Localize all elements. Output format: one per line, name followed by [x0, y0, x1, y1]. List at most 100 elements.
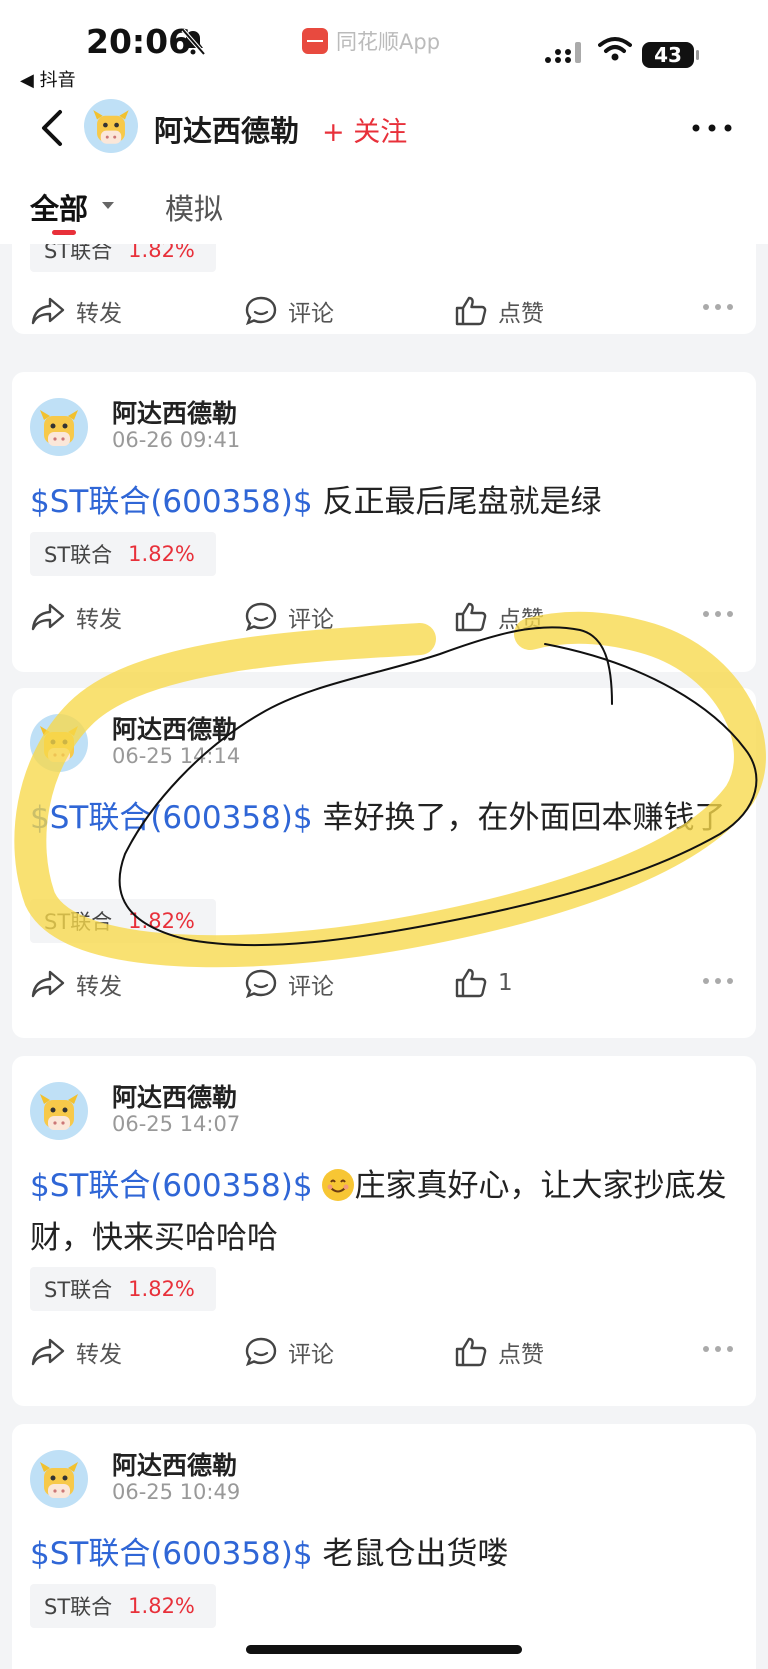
- like-button[interactable]: 点赞: [454, 1335, 544, 1369]
- stock-chip-change: 1.82%: [128, 1594, 195, 1618]
- cow-avatar-icon: [40, 726, 78, 762]
- stock-chip[interactable]: ST联合 1.82%: [30, 244, 216, 272]
- wifi-icon: [598, 37, 632, 61]
- post-card[interactable]: 阿达西德勒 06-25 14:07 $ST联合(600358)$ 庄家真好心，让…: [12, 1056, 756, 1406]
- tonghuashun-logo-icon: [302, 28, 328, 54]
- battery-indicator: 43: [642, 42, 699, 68]
- post-date: 06-26 09:41: [112, 428, 241, 452]
- more-dots-icon[interactable]: [702, 977, 734, 985]
- more-dots-icon[interactable]: [702, 303, 734, 311]
- forward-button[interactable]: 转发: [30, 1335, 122, 1369]
- post-body: 老鼠仓出货喽: [312, 1536, 509, 1572]
- stock-chip-change: 1.82%: [128, 542, 195, 566]
- post-avatar[interactable]: [30, 398, 88, 456]
- more-options-icon[interactable]: [690, 118, 736, 138]
- comment-label: 评论: [288, 607, 334, 633]
- post-card[interactable]: 阿达西德勒 06-25 14:14 $ST联合(600358)$ 幸好换了，在外…: [12, 688, 756, 1038]
- tab-all[interactable]: 全部: [30, 186, 88, 228]
- forward-label: 转发: [76, 1342, 122, 1368]
- like-label: 点赞: [498, 1342, 544, 1368]
- back-to-app-link[interactable]: ◀ 抖音: [20, 66, 76, 92]
- thumbs-up-icon: [455, 1337, 487, 1367]
- like-button[interactable]: 点赞: [454, 294, 544, 328]
- status-time: 20:06: [86, 22, 192, 61]
- stock-symbol-link[interactable]: $ST联合(600358)$: [30, 484, 313, 520]
- stock-chip-name: ST联合: [44, 910, 113, 934]
- tab-simulated[interactable]: 模拟: [165, 186, 223, 228]
- post-text[interactable]: $ST联合(600358)$ 反正最后尾盘就是绿: [30, 476, 745, 528]
- post-card[interactable]: 阿达西德勒 06-25 10:49 $ST联合(600358)$ 老鼠仓出货喽 …: [12, 1424, 756, 1669]
- app-indicator: 同花顺App: [302, 26, 440, 56]
- forward-label: 转发: [76, 974, 122, 1000]
- chevron-down-icon[interactable]: [102, 202, 114, 209]
- bell-muted-icon: [181, 28, 206, 56]
- cow-avatar-icon: [93, 110, 129, 144]
- post-text[interactable]: $ST联合(600358)$ 庄家真好心，让大家抄底发财，快来买哈哈哈: [30, 1160, 745, 1264]
- comment-button[interactable]: 评论: [244, 600, 334, 634]
- post-feed[interactable]: ST联合 1.82% 转发 评论 点赞 阿达西德勒 06-26 09:41 $S…: [0, 244, 768, 1669]
- thumbs-up-icon: [455, 602, 487, 632]
- like-button[interactable]: 点赞: [454, 600, 544, 634]
- smile-emoji-icon: [322, 1169, 355, 1201]
- app-name: 同花顺App: [336, 30, 441, 54]
- post-avatar[interactable]: [30, 1450, 88, 1508]
- comment-icon: [245, 1337, 277, 1367]
- forward-label: 转发: [76, 301, 122, 327]
- post-text[interactable]: $ST联合(600358)$ 老鼠仓出货喽: [30, 1528, 745, 1580]
- comment-icon: [245, 602, 277, 632]
- more-dots-icon[interactable]: [702, 1345, 734, 1353]
- stock-symbol-link[interactable]: $ST联合(600358)$: [30, 1536, 313, 1572]
- post-text[interactable]: $ST联合(600358)$ 幸好换了，在外面回本赚钱了: [30, 792, 745, 844]
- comment-button[interactable]: 评论: [244, 294, 334, 328]
- forward-icon: [31, 970, 65, 998]
- stock-chip-name: ST联合: [44, 543, 113, 567]
- post-author[interactable]: 阿达西德勒: [112, 1446, 237, 1482]
- home-indicator[interactable]: [246, 1645, 522, 1654]
- back-arrow-icon[interactable]: [34, 106, 74, 150]
- cow-avatar-icon: [40, 1094, 78, 1130]
- forward-icon: [31, 603, 65, 631]
- post-avatar[interactable]: [30, 714, 88, 772]
- forward-button[interactable]: 转发: [30, 294, 122, 328]
- comment-button[interactable]: 评论: [244, 967, 334, 1001]
- stock-chip-name: ST联合: [44, 244, 113, 263]
- stock-chip[interactable]: ST联合 1.82%: [30, 1584, 216, 1628]
- forward-icon: [31, 297, 65, 325]
- forward-button[interactable]: 转发: [30, 967, 122, 1001]
- forward-button[interactable]: 转发: [30, 600, 122, 634]
- post-card[interactable]: ST联合 1.82% 转发 评论 点赞: [12, 244, 756, 334]
- comment-icon: [245, 969, 277, 999]
- cellular-signal-icon: [545, 42, 581, 63]
- stock-chip[interactable]: ST联合 1.82%: [30, 1267, 216, 1311]
- stock-chip[interactable]: ST联合 1.82%: [30, 899, 216, 943]
- user-avatar[interactable]: [84, 99, 138, 153]
- more-dots-icon[interactable]: [702, 610, 734, 618]
- tab-bar: 全部 模拟: [0, 164, 768, 244]
- post-body: 幸好换了，在外面回本赚钱了: [312, 800, 726, 836]
- stock-chip[interactable]: ST联合 1.82%: [30, 532, 216, 576]
- post-author[interactable]: 阿达西德勒: [112, 1078, 237, 1114]
- like-label: 点赞: [498, 607, 544, 633]
- comment-label: 评论: [288, 301, 334, 327]
- post-author[interactable]: 阿达西德勒: [112, 394, 237, 430]
- thumbs-up-icon: [455, 968, 487, 998]
- stock-symbol-link[interactable]: $ST联合(600358)$: [30, 800, 313, 836]
- like-button[interactable]: 1: [454, 967, 513, 999]
- stock-chip-name: ST联合: [44, 1595, 113, 1619]
- forward-label: 转发: [76, 607, 122, 633]
- stock-symbol-link[interactable]: $ST联合(600358)$: [30, 1168, 313, 1204]
- post-avatar[interactable]: [30, 1082, 88, 1140]
- post-author[interactable]: 阿达西德勒: [112, 710, 237, 746]
- stock-chip-name: ST联合: [44, 1278, 113, 1302]
- cow-avatar-icon: [40, 410, 78, 446]
- cow-avatar-icon: [40, 1462, 78, 1498]
- comment-button[interactable]: 评论: [244, 1335, 334, 1369]
- stock-chip-change: 1.82%: [128, 1277, 195, 1301]
- stock-chip-change: 1.82%: [128, 244, 195, 262]
- comment-icon: [245, 296, 277, 326]
- follow-button[interactable]: + 关注: [322, 110, 407, 149]
- thumbs-up-icon: [455, 296, 487, 326]
- like-count: 1: [498, 970, 513, 996]
- stock-chip-change: 1.82%: [128, 909, 195, 933]
- post-card[interactable]: 阿达西德勒 06-26 09:41 $ST联合(600358)$ 反正最后尾盘就…: [12, 372, 756, 672]
